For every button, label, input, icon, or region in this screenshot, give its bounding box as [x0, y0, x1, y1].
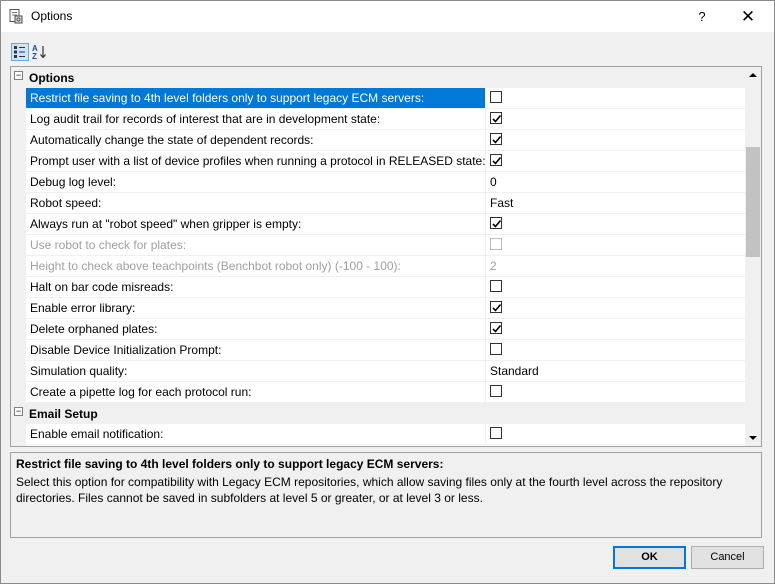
checked-checkbox[interactable]: [490, 217, 502, 229]
property-row[interactable]: Height to check above teachpoints (Bench…: [26, 256, 745, 277]
description-text: Select this option for compatibility wit…: [16, 475, 723, 505]
unchecked-checkbox[interactable]: [490, 280, 502, 292]
unchecked-checkbox: [490, 238, 502, 250]
unchecked-checkbox[interactable]: [490, 91, 502, 103]
property-row[interactable]: Create a pipette log for each protocol r…: [26, 382, 745, 403]
toolbar: A Z: [1, 32, 774, 66]
category-label: Options: [29, 71, 75, 85]
property-name[interactable]: Robot speed:: [26, 193, 486, 213]
property-name[interactable]: Create a pipette log for each protocol r…: [26, 382, 486, 402]
grid-left-margin: [11, 67, 26, 446]
property-name[interactable]: Enable error library:: [26, 298, 486, 318]
property-name[interactable]: Automatically change the state of depend…: [26, 130, 486, 150]
scroll-up-arrow-icon[interactable]: [745, 67, 761, 84]
property-value-cell[interactable]: [487, 151, 745, 171]
category-label: Email Setup: [29, 407, 98, 421]
property-name[interactable]: Delete orphaned plates:: [26, 319, 486, 339]
property-row[interactable]: Always run at "robot speed" when gripper…: [26, 214, 745, 235]
property-value-cell[interactable]: [487, 424, 745, 444]
property-value[interactable]: Standard: [487, 361, 745, 381]
property-grid-rows: − Options Restrict file saving to 4th leve…: [11, 67, 745, 446]
property-value-cell[interactable]: [487, 214, 745, 234]
description-title: Restrict file saving to 4th level folder…: [16, 457, 444, 471]
property-value[interactable]: Fast: [487, 193, 745, 213]
property-row[interactable]: Debug log level: 0: [26, 172, 745, 193]
property-name[interactable]: Prompt user with a list of device profil…: [26, 151, 486, 171]
title-bar: Options ? ✕: [1, 1, 774, 32]
checked-checkbox[interactable]: [490, 322, 502, 334]
property-value-cell[interactable]: [487, 298, 745, 318]
categorized-view-button[interactable]: [11, 43, 29, 61]
unchecked-checkbox[interactable]: [490, 343, 502, 355]
categorized-view-icon: [14, 46, 25, 58]
scroll-down-arrow-icon[interactable]: [745, 429, 761, 446]
property-value[interactable]: 0: [487, 172, 745, 192]
cancel-button[interactable]: Cancel: [691, 546, 764, 569]
property-row[interactable]: Log audit trail for records of interest …: [26, 109, 745, 130]
property-value-cell[interactable]: [487, 109, 745, 129]
property-row[interactable]: Automatically change the state of depend…: [26, 130, 745, 151]
property-name[interactable]: Use robot to check for plates:: [26, 235, 486, 255]
property-grid[interactable]: − Options Restrict file saving to 4th leve…: [10, 66, 762, 447]
property-row[interactable]: Robot speed: Fast: [26, 193, 745, 214]
property-row[interactable]: Halt on bar code misreads:: [26, 277, 745, 298]
property-row[interactable]: Use robot to check for plates:: [26, 235, 745, 256]
property-value-cell[interactable]: [487, 130, 745, 150]
scroll-thumb[interactable]: [746, 147, 760, 257]
property-value-cell[interactable]: [487, 382, 745, 402]
property-row[interactable]: Delete orphaned plates:: [26, 319, 745, 340]
alphabetical-sort-icon: A Z: [32, 44, 46, 61]
checked-checkbox[interactable]: [490, 154, 502, 166]
property-name[interactable]: Halt on bar code misreads:: [26, 277, 486, 297]
checked-checkbox[interactable]: [490, 133, 502, 145]
app-icon: [9, 9, 23, 24]
unchecked-checkbox[interactable]: [490, 427, 502, 439]
category-row[interactable]: − Email Setup: [11, 403, 745, 424]
property-name[interactable]: Enable email notification:: [26, 424, 486, 444]
property-row[interactable]: Restrict file saving to 4th level folder…: [26, 88, 745, 109]
property-name[interactable]: Restrict file saving to 4th level folder…: [26, 88, 486, 108]
svg-text:Z: Z: [32, 52, 37, 61]
options-dialog: Options ? ✕ A Z − Options Restrict file …: [0, 0, 775, 584]
unchecked-checkbox[interactable]: [490, 385, 502, 397]
property-row[interactable]: Enable error library:: [26, 298, 745, 319]
property-row[interactable]: Simulation quality: Standard: [26, 361, 745, 382]
property-name[interactable]: Debug log level:: [26, 172, 486, 192]
property-row[interactable]: Enable email notification:: [26, 424, 745, 445]
window-title: Options: [31, 9, 73, 23]
property-value-cell[interactable]: [487, 88, 745, 108]
alphabetical-sort-button[interactable]: A Z: [31, 43, 49, 61]
description-panel: Restrict file saving to 4th level folder…: [10, 452, 762, 538]
property-value-cell[interactable]: [487, 340, 745, 360]
property-name[interactable]: Height to check above teachpoints (Bench…: [26, 256, 486, 276]
ok-button[interactable]: OK: [613, 546, 686, 569]
vertical-scrollbar[interactable]: [745, 67, 761, 446]
property-name[interactable]: Always run at "robot speed" when gripper…: [26, 214, 486, 234]
property-row[interactable]: Prompt user with a list of device profil…: [26, 151, 745, 172]
close-button[interactable]: ✕: [731, 1, 765, 32]
category-row[interactable]: − Options: [11, 67, 745, 88]
collapse-toggle-icon[interactable]: −: [14, 71, 23, 80]
property-value-cell[interactable]: [487, 319, 745, 339]
checked-checkbox[interactable]: [490, 112, 502, 124]
property-value-cell[interactable]: [487, 277, 745, 297]
property-name[interactable]: Log audit trail for records of interest …: [26, 109, 486, 129]
property-value: 2: [490, 259, 497, 273]
property-name[interactable]: Simulation quality:: [26, 361, 486, 381]
collapse-toggle-icon[interactable]: −: [14, 407, 23, 416]
property-value-cell: [487, 235, 745, 255]
help-button[interactable]: ?: [686, 1, 718, 32]
property-row[interactable]: Disable Device Initialization Prompt:: [26, 340, 745, 361]
property-name[interactable]: Disable Device Initialization Prompt:: [26, 340, 486, 360]
checked-checkbox[interactable]: [490, 301, 502, 313]
